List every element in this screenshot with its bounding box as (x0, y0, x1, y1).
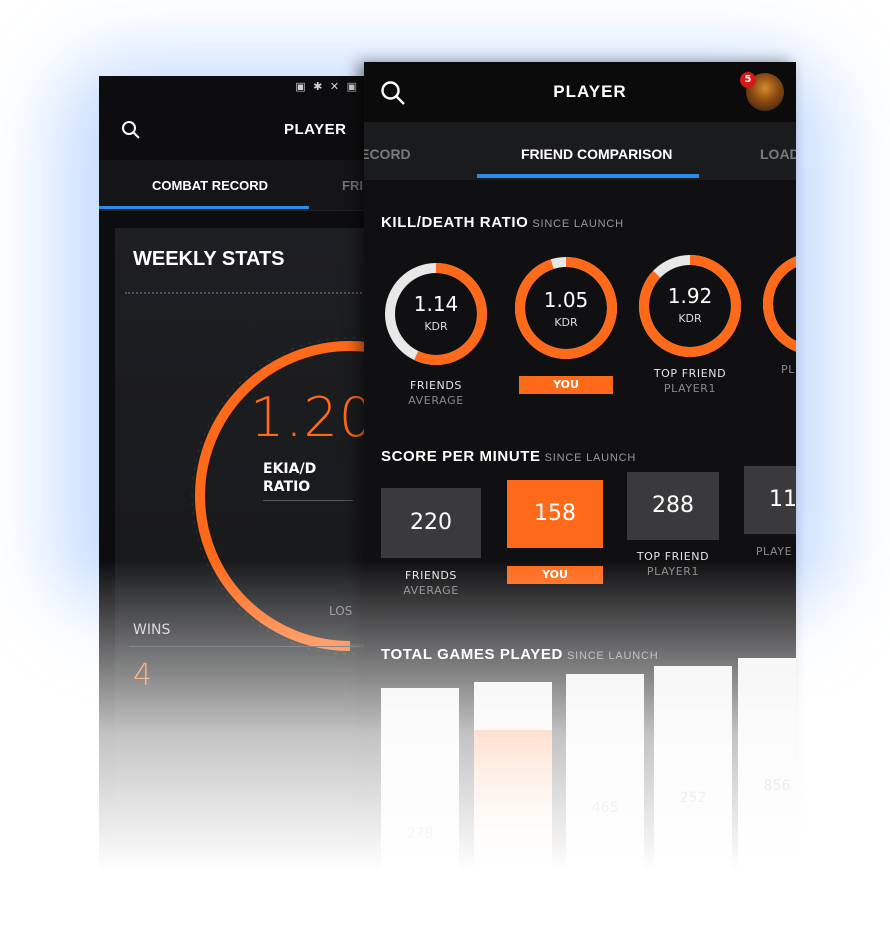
wins-value: 4 (133, 658, 153, 693)
caption-subline: PLAYER1 (663, 382, 717, 395)
spm-box-top-friend: 288 (627, 472, 719, 540)
kdr-value: 1 (758, 280, 796, 304)
kdr-value: 1.92 (667, 284, 713, 308)
games-title: TOTAL GAMES PLAYED (381, 646, 563, 663)
active-tab-indicator (477, 174, 699, 178)
games-bar-value: 278 (406, 826, 434, 842)
caption-line: TOP FRIEND (636, 550, 710, 563)
games-bar (654, 666, 732, 906)
kdr-subtitle: SINCE LAUNCH (532, 218, 624, 230)
ratio-value: 1.20 (250, 386, 369, 449)
wins-label: WINS (133, 622, 171, 638)
games-subtitle: SINCE LAUNCH (566, 650, 659, 662)
kdr-ring-player (763, 253, 796, 355)
spm-title: SCORE PER MINUTE (381, 448, 541, 465)
tab-loadouts[interactable]: LOADO (760, 146, 796, 162)
losses-label: LOS (329, 604, 353, 618)
back-phone-screen: ▣ ✱ ✕ ▣ PLAYER COMBAT RECORD FRI WEEKLY … (99, 76, 369, 936)
search-icon[interactable] (121, 120, 141, 144)
you-badge: YOU (519, 376, 613, 394)
kdr-title: KILL/DEATH RATIO (381, 214, 529, 231)
ratio-label: EKIA/D RATIO (263, 460, 316, 496)
divider (129, 646, 369, 647)
notification-badge: 5 (740, 72, 756, 88)
page-title: PLAYER (553, 82, 627, 101)
spm-box-player: 113 (744, 466, 796, 534)
spm-caption: FRIENDS AVERAGE (381, 568, 481, 598)
tab-friend-comparison[interactable]: FRI (342, 178, 363, 193)
kdr-section-title: KILL/DEATH RATIO SINCE LAUNCH (381, 214, 624, 231)
ratio-label-line1: EKIA/D (263, 461, 317, 477)
games-bar-you (474, 682, 552, 922)
caption-subline: PLAYER1 (646, 565, 700, 578)
caption-line: FRIENDS (409, 379, 463, 392)
you-badge: YOU (507, 566, 603, 584)
page-title: PLAYER (284, 121, 347, 138)
kdr-caption: FRIENDS AVERAGE (380, 378, 492, 408)
caption-line: FRIENDS (404, 569, 458, 582)
active-tab-indicator (99, 206, 309, 209)
kdr-value: 1.05 (543, 288, 589, 312)
spm-caption: PLAYE (744, 544, 796, 559)
games-bar-value: 465 (591, 800, 619, 816)
divider (263, 500, 353, 501)
kdr-unit: KDR (554, 316, 578, 329)
spm-caption: TOP FRIEND PLAYER1 (627, 549, 719, 579)
caption-line: TOP FRIEND (653, 367, 727, 380)
tab-combat-record[interactable]: COMBAT RECORD (152, 178, 268, 193)
games-bar-value: 856 (763, 778, 791, 794)
divider (125, 292, 369, 294)
kdr-unit: KDR (678, 312, 702, 325)
tab-friend-comparison[interactable]: FRIEND COMPARISON (521, 146, 672, 162)
kdr-caption: PL (758, 362, 796, 377)
games-bar-value: 252 (679, 790, 707, 806)
spm-box-you: 158 (507, 480, 603, 548)
spm-subtitle: SINCE LAUNCH (544, 452, 637, 464)
caption-subline: AVERAGE (408, 394, 464, 407)
spm-box-friends: 220 (381, 488, 481, 558)
spm-section-title: SCORE PER MINUTE SINCE LAUNCH (381, 448, 636, 465)
front-phone-screen: PLAYER 5 RECORD FRIEND COMPARISON LOADO … (364, 62, 796, 942)
caption-line: PL (781, 363, 795, 376)
games-bar (381, 688, 459, 928)
games-bar (566, 674, 644, 914)
status-bar-icons: ▣ ✱ ✕ ▣ (295, 80, 359, 93)
kdr-value: 1.14 (413, 292, 459, 316)
kdr-unit: KDR (424, 320, 448, 333)
kdr-caption: TOP FRIEND PLAYER1 (634, 366, 746, 396)
card-title: WEEKLY STATS (133, 248, 285, 270)
caption-line: PLAYE (755, 545, 793, 558)
ratio-label-line2: RATIO (263, 479, 311, 495)
games-section-title: TOTAL GAMES PLAYED SINCE LAUNCH (381, 646, 658, 663)
caption-subline: AVERAGE (403, 584, 459, 597)
tab-bar: COMBAT RECORD FRI (99, 160, 369, 211)
tab-combat-record[interactable]: RECORD (364, 146, 411, 162)
